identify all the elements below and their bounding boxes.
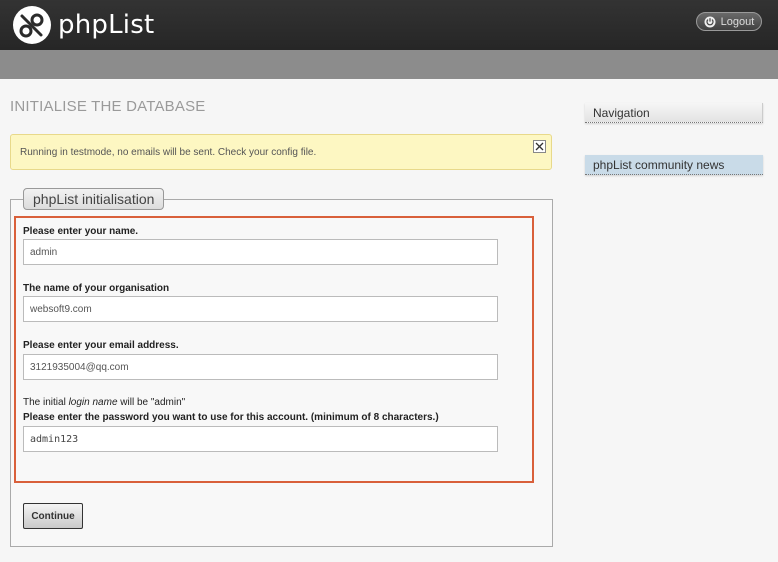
login-note-em: login name <box>68 397 118 408</box>
fieldset-legend: phpList initialisation <box>23 188 165 210</box>
phplist-logo-icon <box>13 6 51 44</box>
notice-text: Running in testmode, no emails will be s… <box>20 147 317 158</box>
login-note-suffix: will be "admin" <box>117 397 186 408</box>
brand-name: phpList <box>58 10 155 40</box>
power-icon <box>704 16 716 27</box>
logout-button[interactable]: Logout <box>696 12 762 31</box>
close-icon <box>535 142 544 151</box>
sub-bar <box>0 50 778 79</box>
name-label: Please enter your name. <box>23 226 139 237</box>
logo[interactable]: phpList <box>12 5 154 45</box>
login-note-prefix: The initial <box>23 397 69 408</box>
password-label: Please enter the password you want to us… <box>23 412 439 423</box>
name-input[interactable] <box>23 239 498 265</box>
continue-button[interactable]: Continue <box>23 503 83 529</box>
login-name-note: The initial login name will be "admin" <box>23 397 185 408</box>
testmode-notice: Running in testmode, no emails will be s… <box>10 134 552 170</box>
email-input[interactable] <box>23 354 498 380</box>
organisation-input[interactable] <box>23 296 498 322</box>
email-label: Please enter your email address. <box>23 340 179 351</box>
sidebar-community-news[interactable]: phpList community news <box>585 155 763 175</box>
sidebar-navigation[interactable]: Navigation <box>585 103 763 123</box>
page-title: INITIALISE THE DATABASE <box>10 98 206 115</box>
logout-label: Logout <box>720 15 755 28</box>
password-input[interactable] <box>23 426 498 452</box>
notice-close-button[interactable] <box>533 140 546 153</box>
top-bar: phpList Logout <box>0 0 778 50</box>
organisation-label: The name of your organisation <box>23 283 170 294</box>
